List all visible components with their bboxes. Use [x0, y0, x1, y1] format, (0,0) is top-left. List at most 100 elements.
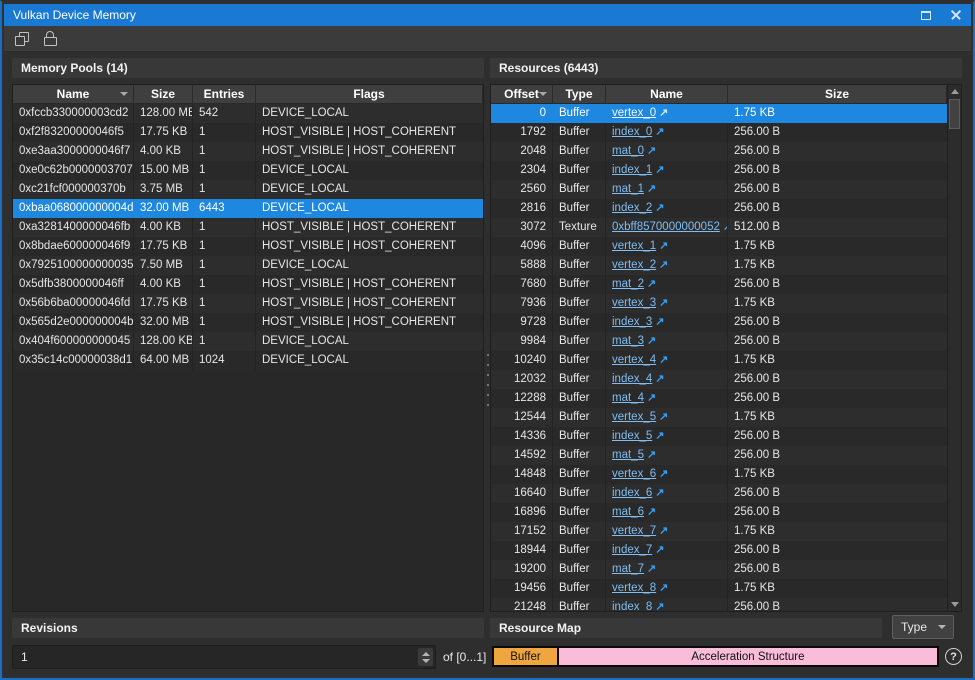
- resource-link[interactable]: index_5: [612, 427, 652, 446]
- resource-row[interactable]: 10240Buffervertex_4↗1.75 KB: [491, 351, 947, 370]
- memory-pool-row[interactable]: 0x565d2e000000004b32.00 MB1HOST_VISIBLE …: [13, 313, 483, 332]
- resource-link[interactable]: index_8: [612, 598, 652, 611]
- resource-link[interactable]: index_7: [612, 541, 652, 560]
- scrollbar-thumb[interactable]: [949, 99, 960, 129]
- resource-row[interactable]: 12288Buffermat_4↗256.00 B: [491, 389, 947, 408]
- goto-resource-icon[interactable]: ↗: [647, 332, 656, 351]
- resource-row[interactable]: 4096Buffervertex_1↗1.75 KB: [491, 237, 947, 256]
- column-header-type[interactable]: Type: [553, 85, 606, 103]
- duplicate-window-button[interactable]: [12, 29, 32, 49]
- goto-resource-icon[interactable]: ↗: [647, 503, 656, 522]
- goto-resource-icon[interactable]: ↗: [647, 180, 656, 199]
- help-icon[interactable]: ?: [945, 648, 962, 665]
- resource-row[interactable]: 5888Buffervertex_2↗1.75 KB: [491, 256, 947, 275]
- resource-link[interactable]: mat_1: [612, 180, 644, 199]
- resource-link[interactable]: mat_2: [612, 275, 644, 294]
- goto-resource-icon[interactable]: ↗: [659, 256, 668, 275]
- revision-spin-buttons[interactable]: [418, 648, 433, 666]
- scroll-up-button[interactable]: [948, 85, 962, 98]
- goto-resource-icon[interactable]: ↗: [655, 370, 664, 389]
- resource-row[interactable]: 18944Bufferindex_7↗256.00 B: [491, 541, 947, 560]
- resource-map-segment[interactable]: Acceleration Structure: [557, 648, 937, 665]
- goto-resource-icon[interactable]: ↗: [655, 313, 664, 332]
- scroll-down-button[interactable]: [948, 598, 962, 611]
- goto-resource-icon[interactable]: ↗: [647, 560, 656, 579]
- resource-row[interactable]: 0Buffervertex_0↗1.75 KB: [491, 104, 947, 123]
- goto-resource-icon[interactable]: ↗: [647, 446, 656, 465]
- resource-link[interactable]: vertex_8: [612, 579, 656, 598]
- memory-pool-row[interactable]: 0xa3281400000046fb4.00 KB1HOST_VISIBLE |…: [13, 218, 483, 237]
- resource-link[interactable]: vertex_4: [612, 351, 656, 370]
- memory-pool-row[interactable]: 0xe3aa3000000046f74.00 KB1HOST_VISIBLE |…: [13, 142, 483, 161]
- resource-row[interactable]: 21248Bufferindex_8↗256.00 B: [491, 598, 947, 611]
- resource-link[interactable]: index_3: [612, 313, 652, 332]
- goto-resource-icon[interactable]: ↗: [659, 294, 668, 313]
- resource-row[interactable]: 19456Buffervertex_8↗1.75 KB: [491, 579, 947, 598]
- goto-resource-icon[interactable]: ↗: [655, 123, 664, 142]
- memory-pool-row[interactable]: 0x56b6ba00000046fd17.75 KB1HOST_VISIBLE …: [13, 294, 483, 313]
- resource-row[interactable]: 7680Buffermat_2↗256.00 B: [491, 275, 947, 294]
- resource-row[interactable]: 9984Buffermat_3↗256.00 B: [491, 332, 947, 351]
- resource-row[interactable]: 2304Bufferindex_1↗256.00 B: [491, 161, 947, 180]
- resource-link[interactable]: vertex_3: [612, 294, 656, 313]
- goto-resource-icon[interactable]: ↗: [659, 351, 668, 370]
- resource-link[interactable]: mat_4: [612, 389, 644, 408]
- goto-resource-icon[interactable]: ↗: [655, 541, 664, 560]
- resource-link[interactable]: index_6: [612, 484, 652, 503]
- resource-link[interactable]: vertex_5: [612, 408, 656, 427]
- resource-row[interactable]: 19200Buffermat_7↗256.00 B: [491, 560, 947, 579]
- goto-resource-icon[interactable]: ↗: [659, 104, 668, 123]
- resource-row[interactable]: 17152Buffervertex_7↗1.75 KB: [491, 522, 947, 541]
- column-header-entries[interactable]: Entries: [193, 85, 256, 103]
- goto-resource-icon[interactable]: ↗: [659, 522, 668, 541]
- resource-row[interactable]: 14848Buffervertex_6↗1.75 KB: [491, 465, 947, 484]
- column-header-size[interactable]: Size: [134, 85, 193, 103]
- resource-row[interactable]: 2560Buffermat_1↗256.00 B: [491, 180, 947, 199]
- resource-link[interactable]: vertex_2: [612, 256, 656, 275]
- resource-link[interactable]: index_4: [612, 370, 652, 389]
- goto-resource-icon[interactable]: ↗: [655, 161, 664, 180]
- revision-input[interactable]: [13, 646, 413, 668]
- resource-link[interactable]: mat_6: [612, 503, 644, 522]
- resources-scrollbar[interactable]: [947, 85, 961, 611]
- resource-row[interactable]: 12544Buffervertex_5↗1.75 KB: [491, 408, 947, 427]
- goto-resource-icon[interactable]: ↗: [655, 598, 664, 611]
- column-header-offset[interactable]: Offset: [491, 85, 553, 103]
- resource-link[interactable]: mat_0: [612, 142, 644, 161]
- resource-row[interactable]: 14592Buffermat_5↗256.00 B: [491, 446, 947, 465]
- memory-pool-row[interactable]: 0x5dfb3800000046ff4.00 KB1HOST_VISIBLE |…: [13, 275, 483, 294]
- memory-pool-row[interactable]: 0x79251000000000357.50 MB1DEVICE_LOCAL: [13, 256, 483, 275]
- memory-pool-row[interactable]: 0xc21fcf000000370b3.75 MB1DEVICE_LOCAL: [13, 180, 483, 199]
- resource-row[interactable]: 9728Bufferindex_3↗256.00 B: [491, 313, 947, 332]
- resource-link[interactable]: index_2: [612, 199, 652, 218]
- goto-resource-icon[interactable]: ↗: [647, 275, 656, 294]
- column-header-flags[interactable]: Flags: [256, 85, 483, 103]
- resource-link[interactable]: index_0: [612, 123, 652, 142]
- resource-link[interactable]: 0xbff8570000000052: [612, 218, 720, 237]
- resource-map-type-dropdown[interactable]: Type: [892, 615, 954, 639]
- title-bar[interactable]: Vulkan Device Memory: [4, 4, 971, 26]
- memory-pool-row[interactable]: 0xbaa068000000004d32.00 MB6443DEVICE_LOC…: [13, 199, 483, 218]
- maximize-button[interactable]: [911, 4, 941, 26]
- memory-pool-row[interactable]: 0x35c14c00000038d164.00 MB1024DEVICE_LOC…: [13, 351, 483, 370]
- resource-link[interactable]: mat_5: [612, 446, 644, 465]
- resource-link[interactable]: vertex_0: [612, 104, 656, 123]
- column-header-size[interactable]: Size: [728, 85, 947, 103]
- resource-link[interactable]: mat_7: [612, 560, 644, 579]
- resource-link[interactable]: vertex_1: [612, 237, 656, 256]
- goto-resource-icon[interactable]: ↗: [659, 408, 668, 427]
- resource-row[interactable]: 3072Texture0xbff8570000000052↗512.00 B: [491, 218, 947, 237]
- resource-link[interactable]: vertex_7: [612, 522, 656, 541]
- memory-pool-row[interactable]: 0x8bdae600000046f917.75 KB1HOST_VISIBLE …: [13, 237, 483, 256]
- goto-resource-icon[interactable]: ↗: [659, 237, 668, 256]
- memory-pool-row[interactable]: 0xf2f83200000046f517.75 KB1HOST_VISIBLE …: [13, 123, 483, 142]
- goto-resource-icon[interactable]: ↗: [659, 579, 668, 598]
- memory-pool-row[interactable]: 0x404f600000000045128.00 KB1DEVICE_LOCAL: [13, 332, 483, 351]
- goto-resource-icon[interactable]: ↗: [647, 142, 656, 161]
- resource-link[interactable]: vertex_6: [612, 465, 656, 484]
- resource-row[interactable]: 14336Bufferindex_5↗256.00 B: [491, 427, 947, 446]
- column-header-name[interactable]: Name: [13, 85, 134, 103]
- resource-row[interactable]: 2816Bufferindex_2↗256.00 B: [491, 199, 947, 218]
- goto-resource-icon[interactable]: ↗: [655, 427, 664, 446]
- resource-row[interactable]: 1792Bufferindex_0↗256.00 B: [491, 123, 947, 142]
